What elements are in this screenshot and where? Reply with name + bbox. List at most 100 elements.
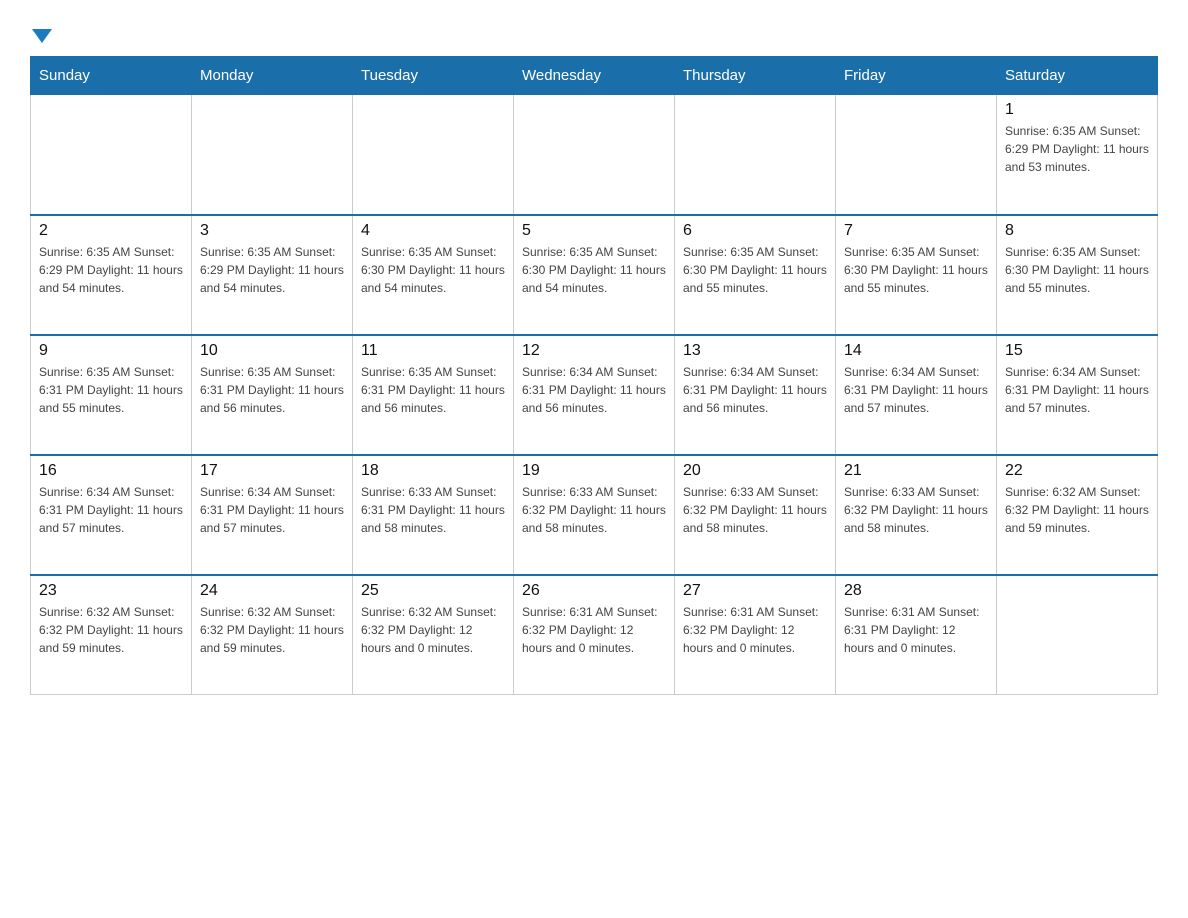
day-number: 13	[683, 342, 827, 360]
calendar-table: SundayMondayTuesdayWednesdayThursdayFrid…	[30, 56, 1158, 695]
calendar-cell: 19 Sunrise: 6:33 AM Sunset: 6:32 PM Dayli…	[514, 455, 675, 575]
day-number: 28	[844, 582, 988, 600]
day-info: Sunrise: 6:35 AM Sunset: 6:29 PM Dayligh…	[39, 243, 183, 297]
logo-triangle-icon	[32, 29, 52, 43]
calendar-cell: 25 Sunrise: 6:32 AM Sunset: 6:32 PM Dayli…	[353, 575, 514, 695]
day-number: 19	[522, 462, 666, 480]
day-number: 6	[683, 222, 827, 240]
calendar-cell: 13 Sunrise: 6:34 AM Sunset: 6:31 PM Dayli…	[675, 335, 836, 455]
day-number: 8	[1005, 222, 1149, 240]
day-info: Sunrise: 6:32 AM Sunset: 6:32 PM Dayligh…	[200, 603, 344, 657]
day-info: Sunrise: 6:34 AM Sunset: 6:31 PM Dayligh…	[844, 363, 988, 417]
day-header-wednesday: Wednesday	[514, 57, 675, 95]
calendar-cell: 15Sunrise: 6:34 AM Sunset: 6:31 PM Dayli…	[997, 335, 1158, 455]
day-info: Sunrise: 6:34 AM Sunset: 6:31 PM Dayligh…	[39, 483, 183, 537]
calendar-cell	[353, 95, 514, 215]
calendar-cell: 14 Sunrise: 6:34 AM Sunset: 6:31 PM Dayli…	[836, 335, 997, 455]
day-number: 18	[361, 462, 505, 480]
day-info: Sunrise: 6:35 AM Sunset: 6:30 PM Dayligh…	[683, 243, 827, 297]
day-info: Sunrise: 6:33 AM Sunset: 6:32 PM Dayligh…	[844, 483, 988, 537]
day-info: Sunrise: 6:32 AM Sunset: 6:32 PM Dayligh…	[1005, 483, 1149, 537]
day-number: 7	[844, 222, 988, 240]
calendar-cell: 27 Sunrise: 6:31 AM Sunset: 6:32 PM Dayli…	[675, 575, 836, 695]
day-number: 14	[844, 342, 988, 360]
day-info: Sunrise: 6:34 AM Sunset: 6:31 PM Dayligh…	[683, 363, 827, 417]
day-info: Sunrise: 6:35 AM Sunset: 6:31 PM Dayligh…	[200, 363, 344, 417]
calendar-cell: 7 Sunrise: 6:35 AM Sunset: 6:30 PM Daylig…	[836, 215, 997, 335]
day-header-tuesday: Tuesday	[353, 57, 514, 95]
day-number: 5	[522, 222, 666, 240]
day-number: 25	[361, 582, 505, 600]
day-info: Sunrise: 6:31 AM Sunset: 6:32 PM Dayligh…	[522, 603, 666, 657]
calendar-cell	[514, 95, 675, 215]
day-header-sunday: Sunday	[31, 57, 192, 95]
day-number: 26	[522, 582, 666, 600]
calendar-cell	[675, 95, 836, 215]
calendar-cell: 9Sunrise: 6:35 AM Sunset: 6:31 PM Daylig…	[31, 335, 192, 455]
calendar-cell: 23 Sunrise: 6:32 AM Sunset: 6:32 PM Dayli…	[31, 575, 192, 695]
calendar-cell: 21 Sunrise: 6:33 AM Sunset: 6:32 PM Dayli…	[836, 455, 997, 575]
day-info: Sunrise: 6:31 AM Sunset: 6:31 PM Dayligh…	[844, 603, 988, 657]
logo-top-row	[30, 20, 52, 46]
day-info: Sunrise: 6:35 AM Sunset: 6:29 PM Dayligh…	[200, 243, 344, 297]
calendar-cell: 17 Sunrise: 6:34 AM Sunset: 6:31 PM Dayli…	[192, 455, 353, 575]
calendar-cell: 8 Sunrise: 6:35 AM Sunset: 6:30 PM Daylig…	[997, 215, 1158, 335]
day-number: 10	[200, 342, 344, 360]
calendar-cell: 18 Sunrise: 6:33 AM Sunset: 6:31 PM Dayli…	[353, 455, 514, 575]
day-info: Sunrise: 6:35 AM Sunset: 6:31 PM Dayligh…	[361, 363, 505, 417]
calendar-cell	[836, 95, 997, 215]
day-number: 22	[1005, 462, 1149, 480]
calendar-cell	[997, 575, 1158, 695]
calendar-week-row: 23 Sunrise: 6:32 AM Sunset: 6:32 PM Dayli…	[31, 575, 1158, 695]
calendar-week-row: 9Sunrise: 6:35 AM Sunset: 6:31 PM Daylig…	[31, 335, 1158, 455]
logo	[30, 20, 54, 46]
day-number: 20	[683, 462, 827, 480]
day-number: 2	[39, 222, 183, 240]
day-number: 17	[200, 462, 344, 480]
calendar-week-row: 2 Sunrise: 6:35 AM Sunset: 6:29 PM Daylig…	[31, 215, 1158, 335]
calendar-cell: 2 Sunrise: 6:35 AM Sunset: 6:29 PM Daylig…	[31, 215, 192, 335]
day-info: Sunrise: 6:34 AM Sunset: 6:31 PM Dayligh…	[200, 483, 344, 537]
day-number: 1	[1005, 101, 1149, 119]
day-number: 4	[361, 222, 505, 240]
calendar-cell: 5 Sunrise: 6:35 AM Sunset: 6:30 PM Daylig…	[514, 215, 675, 335]
day-number: 24	[200, 582, 344, 600]
calendar-cell: 11 Sunrise: 6:35 AM Sunset: 6:31 PM Dayli…	[353, 335, 514, 455]
calendar-cell: 12 Sunrise: 6:34 AM Sunset: 6:31 PM Dayli…	[514, 335, 675, 455]
day-info: Sunrise: 6:35 AM Sunset: 6:30 PM Dayligh…	[522, 243, 666, 297]
calendar-cell: 1 Sunrise: 6:35 AM Sunset: 6:29 PM Daylig…	[997, 95, 1158, 215]
calendar-cell: 4 Sunrise: 6:35 AM Sunset: 6:30 PM Daylig…	[353, 215, 514, 335]
calendar-week-row: 16 Sunrise: 6:34 AM Sunset: 6:31 PM Dayli…	[31, 455, 1158, 575]
calendar-cell	[31, 95, 192, 215]
day-info: Sunrise: 6:31 AM Sunset: 6:32 PM Dayligh…	[683, 603, 827, 657]
day-info: Sunrise: 6:35 AM Sunset: 6:31 PM Dayligh…	[39, 363, 183, 417]
day-info: Sunrise: 6:35 AM Sunset: 6:30 PM Dayligh…	[1005, 243, 1149, 297]
day-number: 16	[39, 462, 183, 480]
day-info: Sunrise: 6:32 AM Sunset: 6:32 PM Dayligh…	[39, 603, 183, 657]
day-header-thursday: Thursday	[675, 57, 836, 95]
day-number: 27	[683, 582, 827, 600]
day-info: Sunrise: 6:34 AM Sunset: 6:31 PM Dayligh…	[522, 363, 666, 417]
day-number: 3	[200, 222, 344, 240]
day-info: Sunrise: 6:35 AM Sunset: 6:29 PM Dayligh…	[1005, 122, 1149, 176]
day-number: 11	[361, 342, 505, 360]
day-info: Sunrise: 6:32 AM Sunset: 6:32 PM Dayligh…	[361, 603, 505, 657]
calendar-cell	[192, 95, 353, 215]
day-number: 23	[39, 582, 183, 600]
day-info: Sunrise: 6:35 AM Sunset: 6:30 PM Dayligh…	[361, 243, 505, 297]
calendar-cell: 24 Sunrise: 6:32 AM Sunset: 6:32 PM Dayli…	[192, 575, 353, 695]
calendar-cell: 6 Sunrise: 6:35 AM Sunset: 6:30 PM Daylig…	[675, 215, 836, 335]
day-number: 12	[522, 342, 666, 360]
day-info: Sunrise: 6:35 AM Sunset: 6:30 PM Dayligh…	[844, 243, 988, 297]
calendar-cell: 10 Sunrise: 6:35 AM Sunset: 6:31 PM Dayli…	[192, 335, 353, 455]
day-info: Sunrise: 6:34 AM Sunset: 6:31 PM Dayligh…	[1005, 363, 1149, 417]
day-number: 21	[844, 462, 988, 480]
calendar-cell: 28 Sunrise: 6:31 AM Sunset: 6:31 PM Dayli…	[836, 575, 997, 695]
day-info: Sunrise: 6:33 AM Sunset: 6:31 PM Dayligh…	[361, 483, 505, 537]
calendar-cell: 20Sunrise: 6:33 AM Sunset: 6:32 PM Dayli…	[675, 455, 836, 575]
calendar-cell: 3 Sunrise: 6:35 AM Sunset: 6:29 PM Daylig…	[192, 215, 353, 335]
day-info: Sunrise: 6:33 AM Sunset: 6:32 PM Dayligh…	[522, 483, 666, 537]
calendar-cell: 16 Sunrise: 6:34 AM Sunset: 6:31 PM Dayli…	[31, 455, 192, 575]
day-header-monday: Monday	[192, 57, 353, 95]
page-header	[30, 20, 1158, 46]
